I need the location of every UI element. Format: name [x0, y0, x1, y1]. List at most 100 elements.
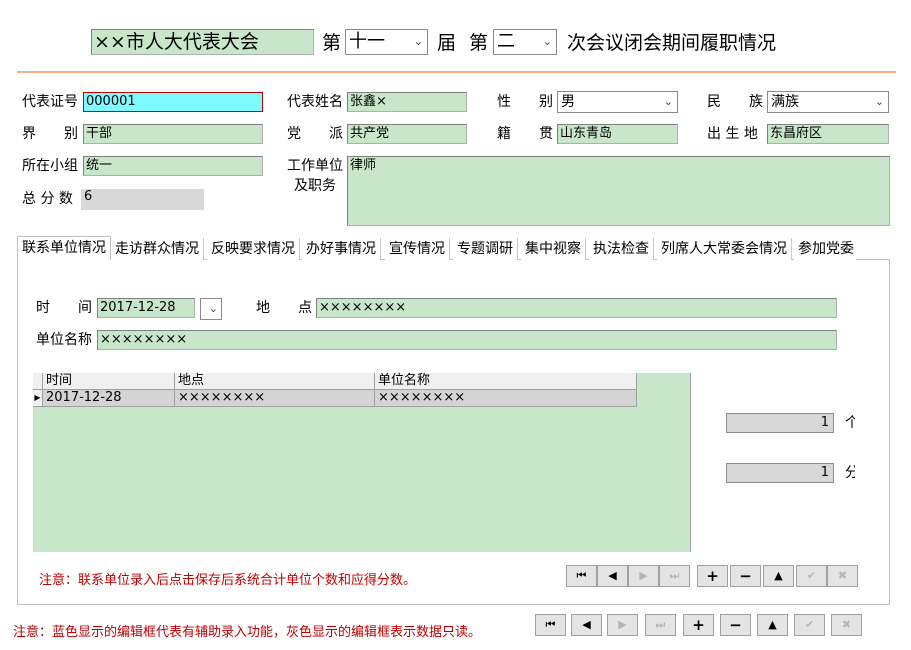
unit-name-field[interactable]: ×××××××× [97, 330, 837, 350]
sector-field[interactable]: 干部 [83, 124, 263, 144]
time-field[interactable]: 2017-12-28 [97, 298, 195, 318]
footer-delete-button[interactable]: − [720, 614, 751, 636]
tab-good-deeds[interactable]: 办好事情况 [302, 238, 381, 260]
points-suffix: 分 [845, 465, 855, 481]
check-icon: ✔ [806, 569, 817, 582]
time-label: 时 间 [36, 300, 92, 316]
tab-publicity[interactable]: 宣传情况 [385, 238, 450, 260]
date-picker-button[interactable]: ⌄ [200, 298, 222, 320]
chevron-down-icon: ⌄ [413, 35, 423, 48]
cancel-icon: ✖ [837, 569, 848, 582]
place-label: 地 点 [256, 300, 312, 316]
chevron-down-icon: ⌄ [874, 95, 884, 108]
ethnicity-select[interactable]: 满族 ⌄ [767, 91, 889, 113]
column-header-time[interactable]: 时间 [43, 373, 175, 390]
tab-inspection[interactable]: 集中视察 [521, 238, 586, 260]
origin-label: 籍 贯 [497, 126, 553, 142]
prev-icon: ◀ [582, 618, 591, 631]
unit-count-suffix: 个 [845, 415, 855, 431]
header-separator [17, 71, 896, 73]
tab-standing-committee[interactable]: 列席人大常委会情况 [657, 238, 792, 260]
congress-name-field[interactable]: ××市人大代表大会 [91, 29, 314, 55]
footer-first-button[interactable]: ⏮ [535, 614, 566, 636]
meeting-select[interactable]: 二 ⌄ [493, 29, 557, 55]
rep-name-label: 代表姓名 [287, 94, 343, 110]
rep-id-label: 代表证号 [22, 94, 78, 110]
next-record-button[interactable]: ▶ [628, 565, 659, 587]
minus-icon: − [729, 616, 742, 634]
score-field: 6 [81, 189, 204, 210]
last-icon: ⏭ [669, 569, 680, 582]
unit-count-field: 1 [726, 413, 834, 433]
row-indicator-icon: ▶ [33, 390, 43, 407]
session-select[interactable]: 十一 ⌄ [345, 29, 428, 55]
up-icon: ▲ [768, 618, 777, 631]
sector-label: 界 别 [22, 126, 78, 142]
ethnicity-label: 民 族 [707, 94, 763, 110]
rep-name-field[interactable]: 张鑫× [347, 92, 467, 112]
workunit-label-2: 及职务 [294, 178, 336, 194]
tab-liaison-units[interactable]: 联系单位情况 [17, 236, 111, 260]
origin-field[interactable]: 山东青岛 [557, 124, 678, 144]
di-label-1: 第 [322, 32, 342, 54]
party-field[interactable]: 共产党 [347, 124, 467, 144]
next-icon: ▶ [639, 569, 648, 582]
workunit-label-1: 工作单位 [287, 158, 343, 174]
di-label-2: 第 [469, 32, 489, 54]
add-record-button[interactable]: + [697, 565, 728, 587]
post-record-button[interactable]: ✔ [796, 565, 827, 587]
tab-law-enforcement[interactable]: 执法检查 [589, 238, 654, 260]
column-header-place[interactable]: 地点 [175, 373, 375, 390]
tab-research[interactable]: 专题调研 [453, 238, 518, 260]
rep-id-field[interactable]: 000001 [83, 92, 263, 112]
tab-reflect-requests[interactable]: 反映要求情况 [207, 238, 300, 260]
prev-icon: ◀ [608, 569, 617, 582]
session-value: 十一 [349, 31, 385, 52]
jie-label: 届 [437, 32, 457, 54]
first-record-button[interactable]: ⏮ [566, 565, 597, 587]
footer-last-button[interactable]: ⏭ [645, 614, 676, 636]
footer-post-button[interactable]: ✔ [794, 614, 825, 636]
workunit-field[interactable]: 律师 [347, 156, 890, 226]
chevron-down-icon: ⌄ [663, 95, 673, 108]
first-icon: ⏮ [545, 618, 556, 631]
unit-name-label: 单位名称 [36, 332, 92, 348]
group-field[interactable]: 统一 [83, 156, 263, 176]
edit-record-button[interactable]: ▲ [763, 565, 794, 587]
table-cell-place[interactable]: ×××××××× [175, 390, 375, 407]
meeting-value: 二 [497, 31, 515, 52]
last-record-button[interactable]: ⏭ [659, 565, 690, 587]
grid-corner [33, 373, 43, 390]
place-field[interactable]: ×××××××× [316, 298, 837, 318]
last-icon: ⏭ [655, 618, 666, 631]
footer-cancel-button[interactable]: ✖ [831, 614, 862, 636]
footer-note: 注意：蓝色显示的编辑框代表有辅助录入功能，灰色显示的编辑框表示数据只读。 [13, 625, 482, 640]
title-suffix: 次会议闭会期间履职情况 [567, 32, 777, 54]
footer-edit-button[interactable]: ▲ [757, 614, 788, 636]
table-cell-unit[interactable]: ×××××××× [375, 390, 637, 407]
table-cell-time[interactable]: 2017-12-28 [43, 390, 175, 407]
tab-visit-masses[interactable]: 走访群众情况 [111, 238, 204, 260]
party-label: 党 派 [287, 126, 343, 142]
birthplace-field[interactable]: 东昌府区 [767, 124, 889, 144]
cancel-record-button[interactable]: ✖ [827, 565, 858, 587]
chevron-down-icon: ⌄ [542, 35, 552, 48]
birthplace-label: 出 生 地 [707, 126, 758, 142]
check-icon: ✔ [804, 618, 815, 631]
column-header-unit[interactable]: 单位名称 [375, 373, 637, 390]
group-label: 所在小组 [22, 158, 78, 174]
ethnicity-value: 满族 [771, 94, 799, 110]
footer-add-button[interactable]: + [683, 614, 714, 636]
chevron-down-icon: ⌄ [208, 302, 218, 315]
first-icon: ⏮ [576, 569, 587, 582]
tab-party-committee[interactable]: 参加党委 [794, 238, 856, 260]
footer-next-button[interactable]: ▶ [607, 614, 638, 636]
gender-label: 性 别 [497, 94, 553, 110]
prev-record-button[interactable]: ◀ [597, 565, 628, 587]
plus-icon: + [692, 616, 705, 634]
minus-icon: − [739, 567, 752, 585]
score-label: 总 分 数 [22, 191, 73, 207]
delete-record-button[interactable]: − [730, 565, 761, 587]
gender-select[interactable]: 男 ⌄ [557, 91, 678, 113]
footer-prev-button[interactable]: ◀ [571, 614, 602, 636]
